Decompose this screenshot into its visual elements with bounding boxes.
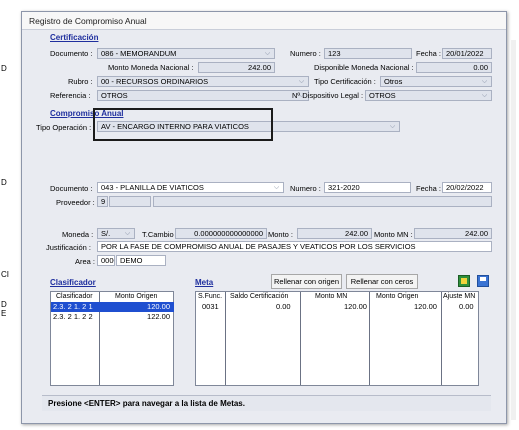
column-header-ajuste-mn: Ajuste MN <box>443 293 476 300</box>
chevron-down-icon: ⌵ <box>481 92 488 99</box>
meta-grid[interactable]: S.Func. Saldo Certificación Monto MN Mon… <box>195 291 479 386</box>
documento-label: Documento : <box>50 184 93 193</box>
window-title: Registro de Compromiso Anual <box>29 16 147 26</box>
proveedor-description-field[interactable] <box>153 196 492 207</box>
numero-label: Numero : <box>290 184 321 193</box>
moneda-label: Moneda : <box>62 230 94 239</box>
background-letter: D <box>1 300 7 309</box>
chevron-down-icon: ⌵ <box>273 184 280 191</box>
cell-clasificador: 2.3. 2 1. 2 2 <box>53 312 93 321</box>
comp-documento-select[interactable]: 043 - PLANILLA DE VIATICOS ⌵ <box>97 182 284 193</box>
fecha-label: Fecha : <box>416 184 442 193</box>
documento-label: Documento : <box>50 49 93 58</box>
comp-numero-field[interactable]: 321-2020 <box>324 182 411 193</box>
clasificador-grid[interactable]: Clasificador Monto Origen 2.3. 2 1. 2 1 … <box>50 291 174 386</box>
highlight-box <box>93 108 273 141</box>
cell-monto-origen: 122.00 <box>147 312 170 321</box>
cell-saldo-certificacion: 0.00 <box>276 302 291 311</box>
table-row-selected[interactable]: 2.3. 2 1. 2 1 120.00 <box>51 302 174 312</box>
tipo-certificacion-value: Otros <box>384 77 403 86</box>
column-header-clasificador: Clasificador <box>56 293 93 300</box>
background-scrollbar <box>511 40 516 420</box>
rellenar-origen-button[interactable]: Rellenar con origen <box>271 274 342 289</box>
rubro-label: Rubro : <box>68 77 93 86</box>
background-letter: E <box>1 309 7 318</box>
disponible-field[interactable]: 0.00 <box>416 62 492 73</box>
status-text: Presione <ENTER> para navegar a la lista… <box>48 399 245 408</box>
proveedor-name-field[interactable] <box>109 196 151 207</box>
window-titlebar[interactable]: Registro de Compromiso Anual <box>22 12 506 30</box>
referencia-select[interactable]: OTROS ⌵ <box>97 90 309 101</box>
area-name-field[interactable]: DEMO <box>116 255 166 266</box>
area-label: Area : <box>75 257 96 266</box>
tipo-operacion-label: Tipo Operación : <box>36 123 92 132</box>
cert-numero-field[interactable]: 123 <box>324 48 412 59</box>
proveedor-label: Proveedor : <box>56 198 95 207</box>
chevron-down-icon: ⌵ <box>481 78 488 85</box>
cell-clasificador: 2.3. 2 1. 2 1 <box>53 302 93 311</box>
monto-mn-label: Monto MN : <box>374 230 413 239</box>
section-meta: Meta <box>195 278 214 287</box>
rubro-select[interactable]: 00 - RECURSOS ORDINARIOS ⌵ <box>97 76 309 87</box>
comp-documento-value: 043 - PLANILLA DE VIATICOS <box>101 183 204 192</box>
monto-field[interactable]: 242.00 <box>297 228 372 239</box>
cert-documento-select[interactable]: 086 - MEMORANDUM ⌵ <box>97 48 275 59</box>
table-row[interactable]: 0031 0.00 120.00 120.00 0.00 <box>196 302 479 312</box>
fecha-label: Fecha : <box>416 49 442 58</box>
chevron-down-icon: ⌵ <box>389 123 396 130</box>
justificacion-label: Justificación : <box>46 243 92 252</box>
referencia-label: Referencia : <box>50 91 91 100</box>
cell-monto-mn: 120.00 <box>344 302 367 311</box>
chevron-down-icon: ⌵ <box>298 78 305 85</box>
column-header-monto-origen: Monto Origen <box>115 293 158 300</box>
dispositivo-legal-value: OTROS <box>369 91 396 100</box>
cert-fecha-field[interactable]: 20/01/2022 <box>442 48 492 59</box>
save-icon[interactable] <box>477 275 489 287</box>
column-header-saldo-certificacion: Saldo Certificación <box>230 293 289 300</box>
area-code-field[interactable]: 0000 <box>97 255 115 266</box>
dispositivo-legal-label: Nº Dispositivo Legal : <box>292 91 364 100</box>
proveedor-code-field[interactable]: 9 <box>97 196 108 207</box>
dispositivo-legal-select[interactable]: OTROS ⌵ <box>365 90 492 101</box>
monto-label: Monto : <box>268 230 294 239</box>
monto-nacional-label: Monto Moneda Nacional : <box>108 63 194 72</box>
cert-documento-value: 086 - MEMORANDUM <box>101 49 177 58</box>
rubro-value: 00 - RECURSOS ORDINARIOS <box>101 77 209 86</box>
moneda-select[interactable]: S/. ⌵ <box>97 228 135 239</box>
excel-icon[interactable] <box>458 275 470 287</box>
chevron-down-icon: ⌵ <box>124 230 131 237</box>
numero-label: Numero : <box>290 49 321 58</box>
referencia-value: OTROS <box>101 91 128 100</box>
tcambio-label: T.Cambio : <box>142 230 178 239</box>
background-letter: D <box>1 64 7 73</box>
rellenar-ceros-button[interactable]: Rellenar con ceros <box>346 274 418 289</box>
chevron-down-icon: ⌵ <box>264 50 271 57</box>
table-row[interactable]: 2.3. 2 1. 2 2 122.00 <box>51 312 174 322</box>
tipo-certificacion-label: Tipo Certificación : <box>314 77 376 86</box>
tcambio-field[interactable]: 0.000000000000000 <box>175 228 267 239</box>
cell-monto-origen: 120.00 <box>147 302 170 311</box>
section-certificacion: Certificación <box>50 33 99 42</box>
status-bar: Presione <ENTER> para navegar a la lista… <box>42 395 491 411</box>
tipo-certificacion-select[interactable]: Otros ⌵ <box>380 76 492 87</box>
background-letter: CI <box>1 270 9 279</box>
section-clasificador: Clasificador <box>50 278 96 287</box>
registro-compromiso-window: Registro de Compromiso Anual Certificaci… <box>21 11 507 424</box>
cell-monto-origen: 120.00 <box>414 302 437 311</box>
cell-ajuste-mn: 0.00 <box>459 302 474 311</box>
comp-fecha-field[interactable]: 20/02/2022 <box>442 182 492 193</box>
cell-sfunc: 0031 <box>202 302 219 311</box>
monto-nacional-field[interactable]: 242.00 <box>198 62 275 73</box>
background-letter: D <box>1 178 7 187</box>
moneda-value: S/. <box>101 229 111 238</box>
disponible-label: Disponible Moneda Nacional : <box>314 63 414 72</box>
monto-mn-field[interactable]: 242.00 <box>414 228 492 239</box>
justificacion-field[interactable]: POR LA FASE DE COMPROMISO ANUAL DE PASAJ… <box>97 241 492 252</box>
column-header-sfunc: S.Func. <box>198 293 223 300</box>
column-header-monto-mn: Monto MN <box>315 293 348 300</box>
column-header-monto-origen: Monto Origen <box>376 293 419 300</box>
